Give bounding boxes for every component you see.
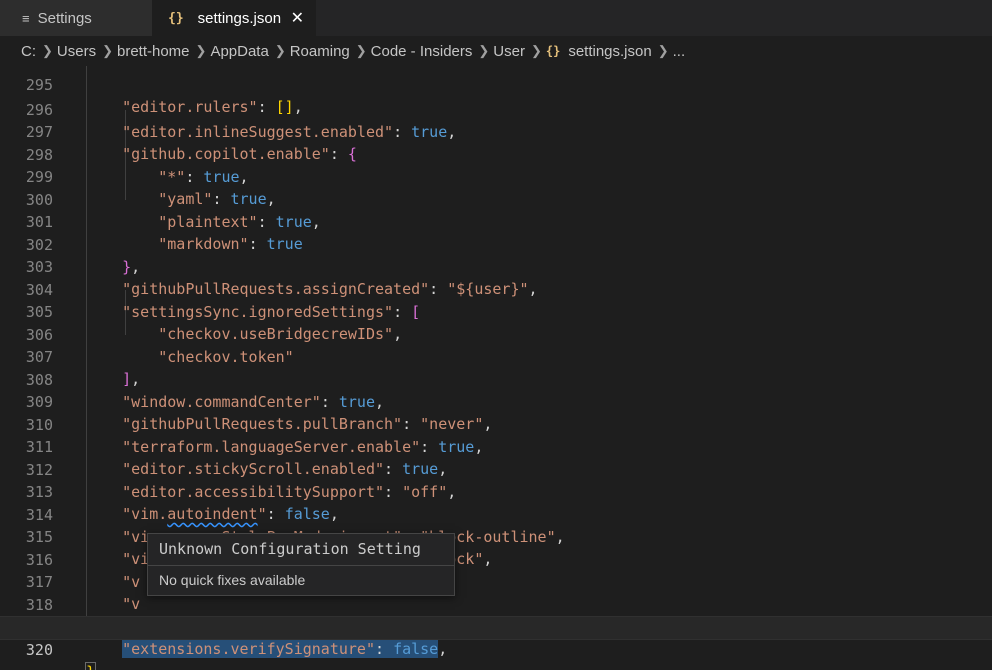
- chevron-right-icon: ❯: [42, 43, 53, 58]
- line-content: }: [84, 661, 97, 670]
- tab-settings-label: Settings: [37, 9, 92, 27]
- close-icon[interactable]: ✕: [291, 8, 304, 28]
- line-content: "extensions.verifySignature": false,: [86, 638, 447, 660]
- tab-settings-json[interactable]: {} settings.json ✕: [152, 0, 316, 36]
- code-line: 313 "vim.autoindent": false,: [0, 459, 992, 523]
- chevron-right-icon: ❯: [355, 43, 367, 58]
- braces-icon: {}: [545, 44, 561, 58]
- line-number: 320: [25, 641, 53, 659]
- json-close-brace: }: [84, 662, 97, 670]
- code-line: 302 },: [0, 212, 992, 276]
- code-line: 303 "githubPullRequests.assignCreated": …: [0, 234, 992, 298]
- code-line: 296 "editor.inlineSuggest.enabled": true…: [0, 77, 992, 141]
- quick-fix-status: No quick fixes available: [148, 565, 454, 595]
- breadcrumb-item-code-insiders[interactable]: Code - Insiders: [371, 43, 473, 60]
- code-line: 299 "yaml": true,: [0, 144, 992, 208]
- code-line: 306 "checkov.token": [0, 302, 992, 366]
- breadcrumb-item-user-home[interactable]: brett-home: [117, 43, 190, 60]
- breadcrumb-item-appdata[interactable]: AppData: [210, 43, 268, 60]
- tab-settings[interactable]: ≡ Settings: [0, 0, 152, 36]
- chevron-right-icon: ❯: [657, 43, 669, 58]
- code-line: 295 "editor.rulers": [],: [0, 66, 992, 116]
- breadcrumb-item-users[interactable]: Users: [57, 43, 96, 60]
- tab-bar: ≡ Settings {} settings.json ✕: [0, 0, 992, 36]
- code-line: 315 "vim.cursorStylePerMode.normal": "bl…: [0, 504, 992, 568]
- code-line: 301 "markdown": true: [0, 189, 992, 253]
- lines-icon: ≡: [22, 10, 30, 26]
- code-line: 319 "extensions.verifySignature": false,: [0, 594, 992, 658]
- hover-tooltip: Unknown Configuration Setting No quick f…: [147, 533, 455, 596]
- json-key: "extensions.verifySignature": [122, 640, 375, 658]
- code-line: 297 "github.copilot.enable": {: [0, 99, 992, 163]
- breadcrumb-item-drive[interactable]: C:: [21, 43, 36, 60]
- tab-settings-json-label: settings.json: [197, 9, 282, 27]
- breadcrumb-item-symbols[interactable]: ...: [673, 43, 686, 60]
- code-line: 310 "terraform.languageServer.enable": t…: [0, 392, 992, 456]
- code-line: 304 "settingsSync.ignoredSettings": [: [0, 257, 992, 321]
- code-line: 305 "checkov.useBridgecrewIDs",: [0, 279, 992, 343]
- chevron-right-icon: ❯: [274, 43, 286, 58]
- breadcrumb: C: ❯ Users ❯ brett-home ❯ AppData ❯ Roam…: [0, 36, 992, 66]
- json-comma: ,: [438, 640, 448, 658]
- code-line: 314 "vim.cursorStylePerMode.insert": "bl…: [0, 482, 992, 546]
- json-value: false: [393, 640, 439, 658]
- breadcrumb-item-roaming[interactable]: Roaming: [290, 43, 350, 60]
- code-line: 311 "editor.stickyScroll.enabled": true,: [0, 414, 992, 478]
- breadcrumb-item-file[interactable]: settings.json: [568, 43, 651, 60]
- braces-icon: {}: [168, 10, 184, 26]
- breadcrumb-item-user[interactable]: User: [493, 43, 525, 60]
- current-line: 320 }: [0, 616, 992, 670]
- code-line: 308 "window.commandCenter": true,: [0, 347, 992, 411]
- chevron-right-icon: ❯: [195, 43, 207, 58]
- chevron-right-icon: ❯: [530, 43, 542, 58]
- code-line: 307 ],: [0, 324, 992, 388]
- code-line: 309 "githubPullRequests.pullBranch": "ne…: [0, 369, 992, 433]
- hover-message: Unknown Configuration Setting: [159, 540, 421, 558]
- chevron-right-icon: ❯: [102, 43, 113, 58]
- code-line: 300 "plaintext": true,: [0, 167, 992, 231]
- code-line: 312 "editor.accessibilitySupport": "off"…: [0, 437, 992, 501]
- code-line: 298 "*": true,: [0, 122, 992, 186]
- chevron-right-icon: ❯: [478, 43, 490, 58]
- json-colon: :: [375, 640, 394, 658]
